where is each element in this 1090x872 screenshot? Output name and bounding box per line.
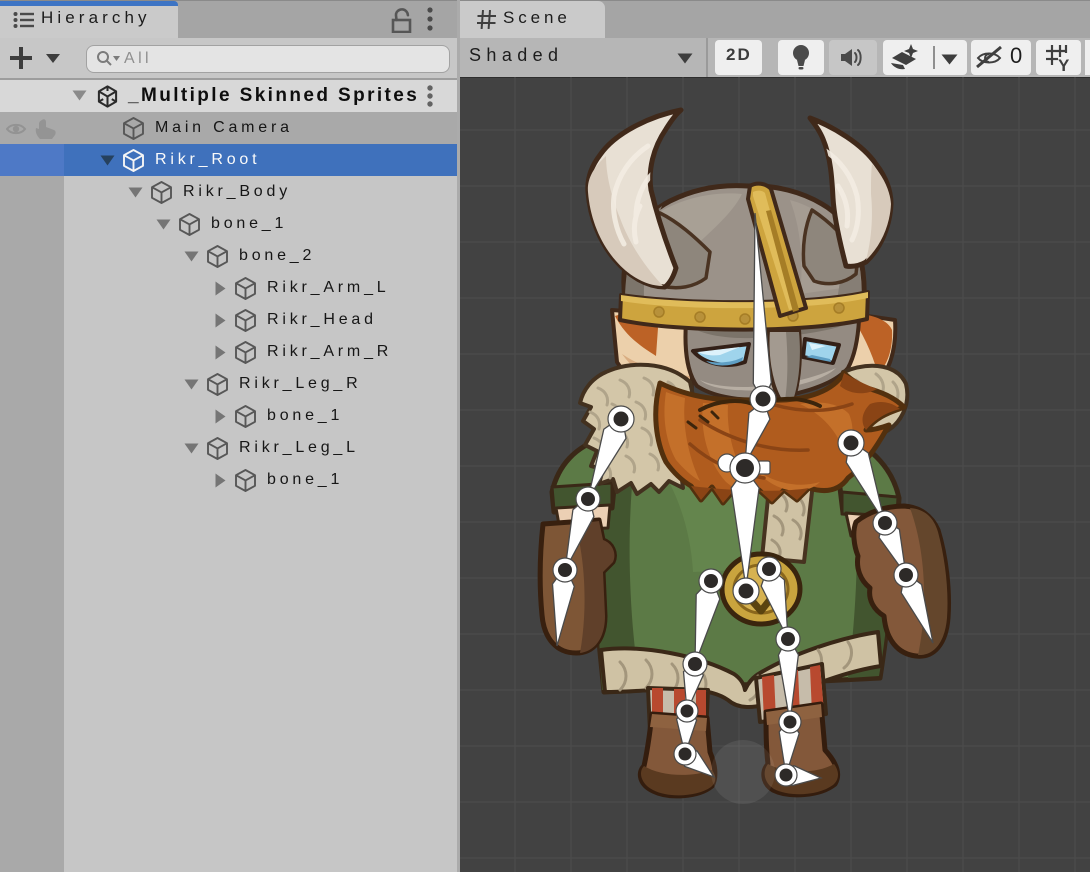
svg-text:Y: Y — [1058, 56, 1070, 72]
